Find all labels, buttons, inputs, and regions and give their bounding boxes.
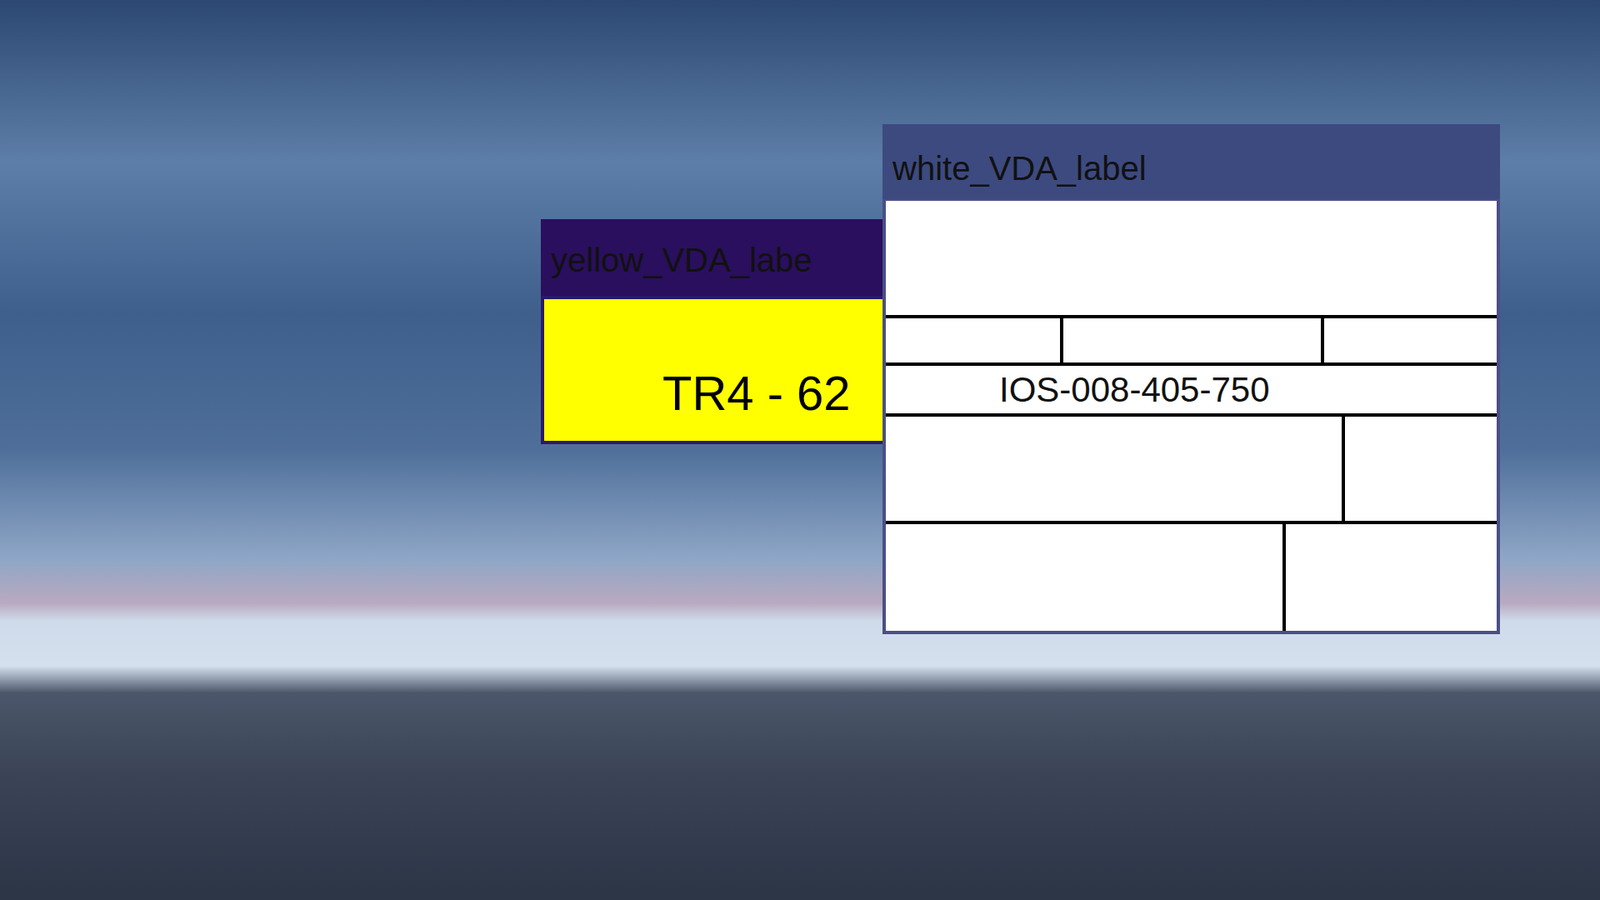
white-label: IOS-008-405-750 xyxy=(882,199,1500,635)
label-row xyxy=(885,416,1497,525)
label-row xyxy=(885,318,1497,366)
window-title: yellow_VDA_labe xyxy=(540,241,813,280)
label-cell xyxy=(1285,524,1497,631)
yellow-label-window[interactable]: yellow_VDA_labe TR4 - 62 xyxy=(540,219,908,445)
label-row xyxy=(885,200,1497,319)
desktop: yellow_VDA_labe TR4 - 62 white_VDA_label IO… xyxy=(0,0,1600,900)
label-row: IOS-008-405-750 xyxy=(885,365,1497,417)
label-text: TR4 - 62 xyxy=(662,365,851,421)
label-cell xyxy=(1345,416,1497,521)
label-cell xyxy=(1063,318,1325,363)
label-cell: IOS-008-405-750 xyxy=(885,365,1497,414)
label-cell xyxy=(1324,318,1497,363)
window-title-bar[interactable]: yellow_VDA_labe xyxy=(540,219,908,296)
label-row xyxy=(885,524,1497,631)
label-cell xyxy=(885,200,1497,315)
label-cell xyxy=(885,318,1064,363)
white-label-window[interactable]: white_VDA_label IOS-008-405-750 xyxy=(882,124,1500,635)
label-cell xyxy=(885,524,1286,631)
window-title: white_VDA_label xyxy=(882,150,1147,188)
yellow-label: TR4 - 62 xyxy=(540,295,908,445)
label-cell xyxy=(885,416,1345,521)
window-title-bar[interactable]: white_VDA_label xyxy=(882,124,1500,200)
